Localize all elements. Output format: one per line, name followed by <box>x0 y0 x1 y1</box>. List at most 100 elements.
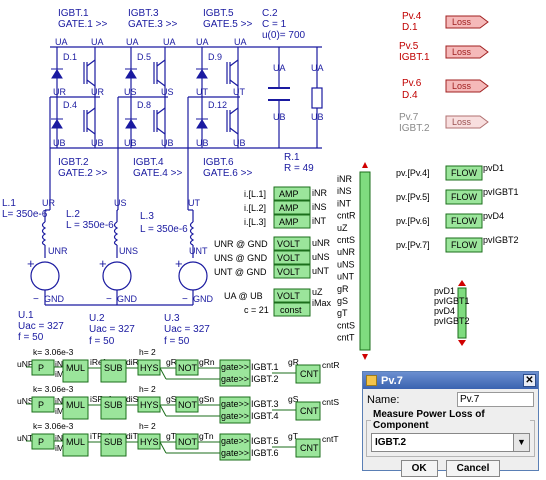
igbt-name: IGBT.1 <box>58 8 89 19</box>
cancel-button[interactable]: Cancel <box>445 460 501 477</box>
control-row[interactable]: k= 3.06e-3uNRiNRiMaxiRefdiRh= 2gRgRnPMUL… <box>17 347 339 387</box>
svg-text:VOLT: VOLT <box>277 291 300 301</box>
svg-text:c = 21: c = 21 <box>244 305 269 315</box>
flow-block: FLOW pv.[Pv.6] pvD4 <box>396 211 504 229</box>
signal-label: gS <box>166 394 177 404</box>
gain-label: k= 3.06e-3 <box>33 421 74 431</box>
chevron-down-icon[interactable]: ▼ <box>513 434 529 451</box>
svg-text:pvD1: pvD1 <box>483 163 504 173</box>
capacitor-name: C.2 <box>262 8 278 19</box>
bus-label: uNS <box>337 259 355 269</box>
loss-block: Loss Pv.5 IGBT.1 <box>399 41 489 63</box>
flow-blocks[interactable]: FLOW pv.[Pv.4] pvD1 FLOW pv.[Pv.5] pvIGB… <box>396 163 519 253</box>
svg-text:i.[L.3]: i.[L.3] <box>244 217 266 227</box>
node-label: US <box>124 87 137 97</box>
properties-dialog[interactable]: Pv.7 ✕ Name: Measure Power Loss of Compo… <box>362 371 539 477</box>
ac-source-icon <box>30 261 60 291</box>
node-label: UNS <box>119 246 138 256</box>
amp-meter: AMP i.[L.3] iNT <box>244 214 326 229</box>
plus-sign: + <box>99 256 107 271</box>
diode-name: D.9 <box>208 52 222 62</box>
node-label: UA <box>91 37 104 47</box>
svg-text:pvIGBT2: pvIGBT2 <box>434 316 470 326</box>
svg-text:HYS: HYS <box>140 363 159 373</box>
node-label: UA <box>234 37 247 47</box>
svg-text:VOLT: VOLT <box>277 267 300 277</box>
igbt-icon <box>153 59 166 87</box>
arrow-up-icon <box>458 280 466 286</box>
diode-icon <box>125 69 137 79</box>
igbt-name: IGBT.5 <box>203 8 234 19</box>
minus-sign: − <box>33 294 39 305</box>
dialog-titlebar[interactable]: Pv.7 ✕ <box>363 372 538 389</box>
loss-blocks[interactable]: Loss Pv.4 D.1 Loss Pv.5 IGBT.1 Loss Pv.6… <box>399 11 489 134</box>
capacitor-c2[interactable]: C.2 C = 1 u(0)= 700 UA UB <box>262 8 306 122</box>
svg-text:UNT @ GND: UNT @ GND <box>214 267 267 277</box>
volt-meter: VOLT UNT @ GND uNT <box>214 264 330 279</box>
node-label: UA <box>55 37 68 47</box>
svg-text:pvIGBT2: pvIGBT2 <box>483 235 519 245</box>
diode-name: D.12 <box>208 100 227 110</box>
measure-group: Measure Power Loss of Component IGBT.2 ▼ <box>366 409 535 457</box>
minus-sign: − <box>182 294 188 305</box>
signal-bus[interactable]: iNR iNS iNT cntR uZ cntS uNR uNS uNT gR gS gT cntS cn… <box>337 162 371 360</box>
node-label: UA <box>196 37 209 47</box>
node-label: US <box>114 198 127 208</box>
svg-text:uNT: uNT <box>312 266 330 276</box>
close-button[interactable]: ✕ <box>523 374 536 387</box>
svg-text:AMP: AMP <box>279 217 299 227</box>
bus-label: cntS <box>337 320 355 330</box>
mux-block[interactable]: pvD1 pvIGBT1 pvD4 pvIGBT2 <box>434 280 470 346</box>
capacitor-value: C = 1 <box>262 19 287 30</box>
bus-label: cntS <box>337 235 355 245</box>
meters[interactable]: AMP i.[L.1] iNR AMP i.[L.2] iNS AMP i.[L… <box>214 186 332 317</box>
hys-label: h= 2 <box>139 347 156 357</box>
node-label: UA <box>273 63 286 73</box>
component-select[interactable]: IGBT.2 ▼ <box>371 433 530 452</box>
svg-text:MUL: MUL <box>66 363 85 373</box>
ok-button[interactable]: OK <box>400 460 438 477</box>
signal-label: gT <box>166 431 176 441</box>
bus-label: gT <box>337 308 348 318</box>
svg-text:Loss: Loss <box>452 81 472 91</box>
amp-meter: AMP i.[L.2] iNS <box>244 200 327 215</box>
resistor-value: R = 49 <box>284 163 314 174</box>
svg-text:uZ: uZ <box>312 287 323 297</box>
node-label: UB <box>91 138 104 148</box>
gate-label: GATE.3 >> <box>128 19 177 30</box>
svg-text:iNR: iNR <box>312 188 327 198</box>
gate-target: IGBT.1 <box>251 362 279 372</box>
svg-text:P: P <box>38 437 44 447</box>
switch-labels: IGBT.1 GATE.1 >> IGBT.3 GATE.3 >> IGBT.5… <box>53 8 252 179</box>
svg-text:Loss: Loss <box>452 17 472 27</box>
source-uac: Uac = 327 <box>18 321 64 332</box>
svg-text:NOT: NOT <box>178 437 198 447</box>
diode-name: D.4 <box>63 100 77 110</box>
control-row[interactable]: k= 3.06e-3uNTiNTiMaxiTRefdiTh= 2gTgTnPMU… <box>17 421 339 461</box>
source-uac: Uac = 327 <box>89 324 135 335</box>
bus-label: iNT <box>337 198 351 208</box>
svg-text:MUL: MUL <box>66 437 85 447</box>
bus-label: gR <box>337 284 349 294</box>
signal-label: gRn <box>199 357 215 367</box>
name-label: Name: <box>367 393 400 406</box>
control-row[interactable]: k= 3.06e-3uNSiNSiMaxiSRefdiSh= 2gSgSnPMU… <box>17 384 339 424</box>
diode-icon <box>51 119 63 129</box>
diode-symbols <box>51 68 208 129</box>
resistor-name: R.1 <box>284 152 300 163</box>
igbt-name: IGBT.4 <box>133 157 164 168</box>
svg-text:VOLT: VOLT <box>277 253 300 263</box>
svg-text:FLOW: FLOW <box>451 216 478 226</box>
svg-text:NOT: NOT <box>178 400 198 410</box>
diode-icon <box>196 119 208 129</box>
svg-text:pvIGBT1: pvIGBT1 <box>483 187 519 197</box>
svg-text:CNT: CNT <box>300 406 319 416</box>
control-rows[interactable]: k= 3.06e-3uNRiNRiMaxiRefdiRh= 2gRgRnPMUL… <box>17 347 339 461</box>
name-input[interactable] <box>457 392 534 407</box>
volt-meter: VOLT UNS @ GND uNS <box>214 250 330 265</box>
plus-sign: + <box>175 256 183 271</box>
svg-text:Loss: Loss <box>452 47 472 57</box>
svg-text:SUB: SUB <box>104 363 123 373</box>
svg-text:P: P <box>38 400 44 410</box>
loss-block: Loss Pv.6 D.4 <box>402 78 489 101</box>
